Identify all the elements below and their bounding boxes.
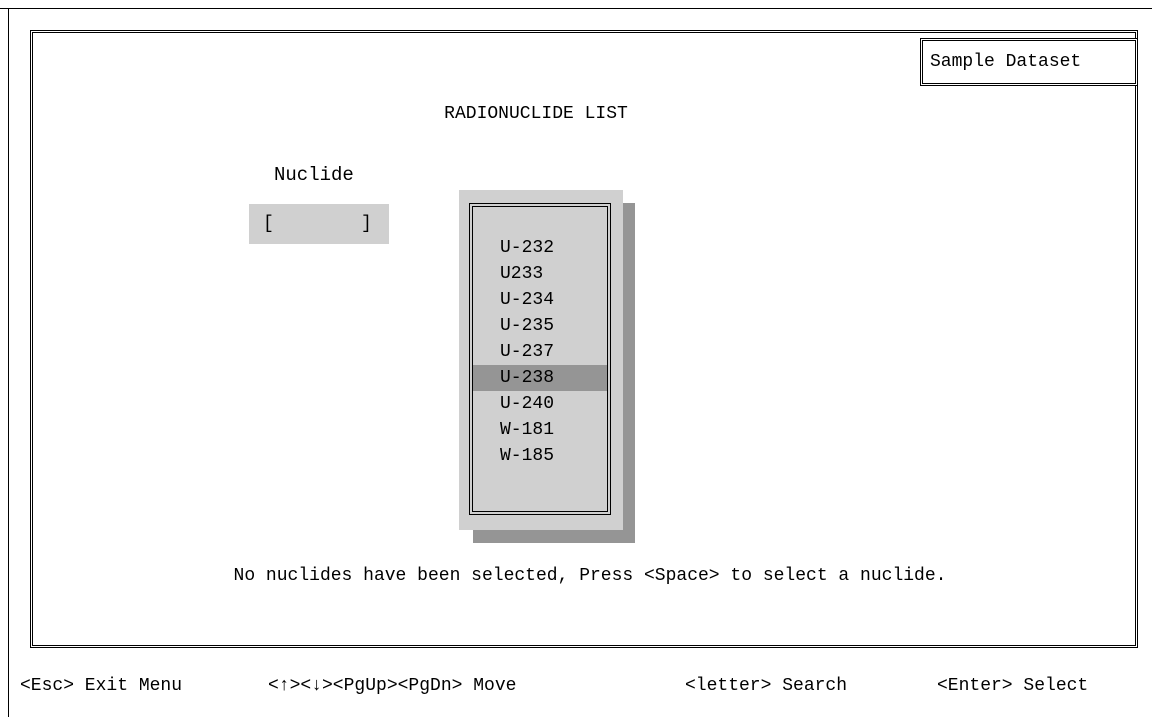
nuclide-left-bracket: [ — [263, 214, 274, 234]
nuclide-right-bracket: ] — [361, 214, 372, 234]
dataset-badge: Sample Dataset — [920, 38, 1138, 86]
list-item[interactable]: U-235 — [473, 313, 607, 339]
status-message: No nuclides have been selected, Press <S… — [233, 566, 947, 586]
page-title: RADIONUCLIDE LIST — [444, 104, 628, 124]
list-item[interactable]: U-240 — [473, 391, 607, 417]
move-hint[interactable]: <↑><↓><PgUp><PgDn> Move — [268, 676, 685, 696]
screen-top-edge — [0, 8, 1152, 9]
list-item[interactable]: U-237 — [473, 339, 607, 365]
list-item[interactable]: W-181 — [473, 417, 607, 443]
list-item[interactable]: U-234 — [473, 287, 607, 313]
exit-menu-hint[interactable]: <Esc> Exit Menu — [20, 676, 268, 696]
nuclide-list-panel: U-232 U233 U-234 U-235 U-237 U-238 U-240 W-181 W… — [459, 190, 623, 530]
nuclide-label: Nuclide — [274, 164, 354, 186]
list-item[interactable]: U-238 — [473, 365, 607, 391]
nuclide-list[interactable]: U-232 U233 U-234 U-235 U-237 U-238 U-240 W-181 W… — [469, 203, 611, 515]
list-item[interactable]: U233 — [473, 261, 607, 287]
select-hint[interactable]: <Enter> Select — [937, 676, 1088, 696]
list-item[interactable]: U-232 — [473, 235, 607, 261]
nuclide-input[interactable]: [ ] — [249, 204, 389, 244]
search-hint[interactable]: <letter> Search — [685, 676, 937, 696]
key-help-bar: <Esc> Exit Menu <↑><↓><PgUp><PgDn> Move … — [20, 676, 1088, 696]
list-item[interactable]: W-185 — [473, 443, 607, 469]
